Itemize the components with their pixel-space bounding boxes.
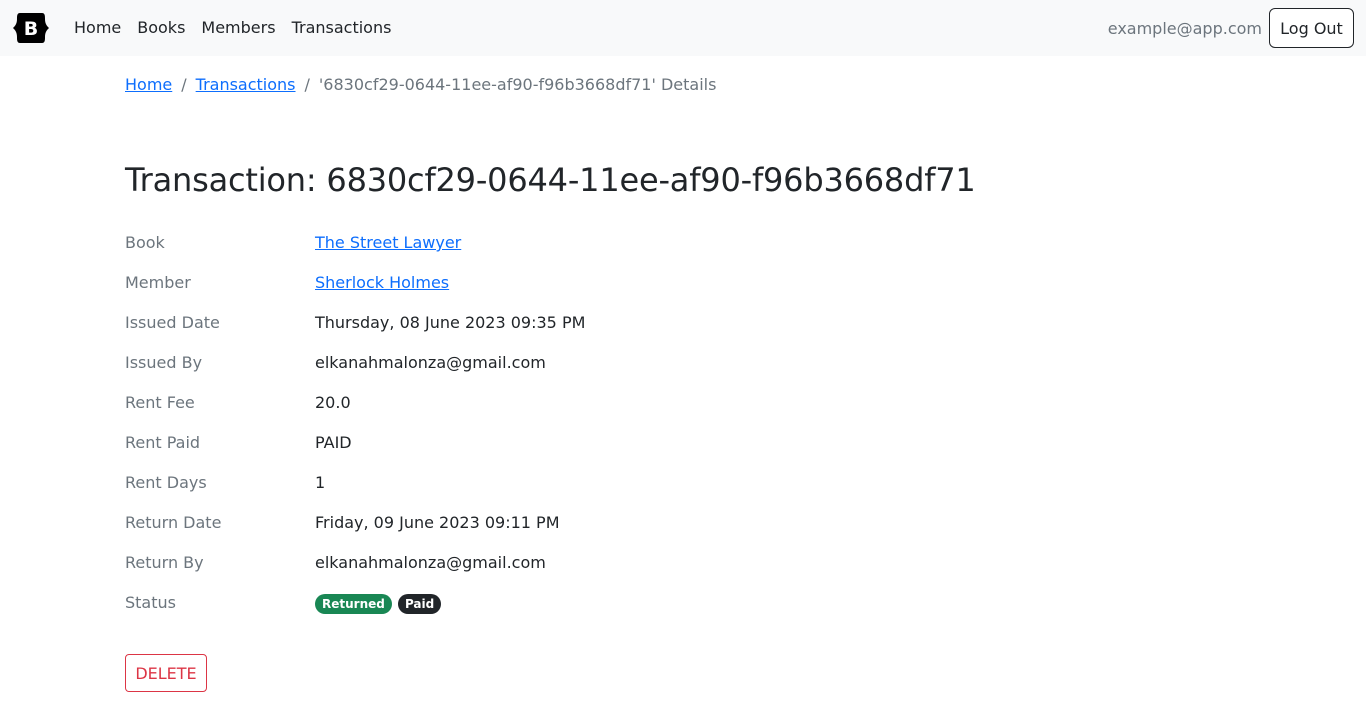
detail-row-return-date: Return Date Friday, 09 June 2023 09:11 P…	[125, 512, 925, 552]
nav-link-transactions[interactable]: Transactions	[292, 17, 392, 39]
return-by-value: elkanahmalonza@gmail.com	[315, 553, 546, 572]
member-label: Member	[125, 273, 191, 292]
issued-by-value: elkanahmalonza@gmail.com	[315, 353, 546, 372]
detail-row-status: Status Returned Paid	[125, 592, 925, 632]
return-date-label: Return Date	[125, 513, 222, 532]
member-link[interactable]: Sherlock Holmes	[315, 273, 449, 292]
logout-button[interactable]: Log Out	[1269, 8, 1354, 48]
detail-row-return-by: Return By elkanahmalonza@gmail.com	[125, 552, 925, 592]
return-by-label: Return By	[125, 553, 204, 572]
detail-row-rent-fee: Rent Fee 20.0	[125, 392, 925, 432]
nav-link-members[interactable]: Members	[201, 17, 275, 39]
breadcrumb-separator: /	[304, 75, 310, 94]
detail-row-rent-days: Rent Days 1	[125, 472, 925, 512]
breadcrumb-separator: /	[181, 75, 187, 94]
nav-link-books[interactable]: Books	[137, 17, 185, 39]
bootstrap-logo-svg: B	[13, 13, 49, 43]
book-link[interactable]: The Street Lawyer	[315, 233, 461, 252]
breadcrumb-transactions-link[interactable]: Transactions	[196, 74, 296, 96]
issued-date-label: Issued Date	[125, 313, 220, 332]
issued-by-label: Issued By	[125, 353, 203, 372]
rent-fee-value: 20.0	[315, 393, 351, 412]
delete-button[interactable]: DELETE	[125, 654, 207, 692]
rent-days-label: Rent Days	[125, 473, 207, 492]
nav-links: Home Books Members Transactions	[74, 17, 407, 39]
transaction-details: Book The Street Lawyer Member Sherlock H…	[125, 232, 925, 632]
navbar: B Home Books Members Transactions exampl…	[0, 0, 1366, 56]
detail-row-issued-by: Issued By elkanahmalonza@gmail.com	[125, 352, 925, 392]
return-date-value: Friday, 09 June 2023 09:11 PM	[315, 513, 560, 532]
nav-link-home[interactable]: Home	[74, 17, 121, 39]
status-badges: Returned Paid	[315, 592, 442, 614]
detail-row-member: Member Sherlock Holmes	[125, 272, 925, 312]
status-badge-returned: Returned	[315, 594, 392, 614]
rent-paid-label: Rent Paid	[125, 433, 201, 452]
status-badge-paid: Paid	[397, 594, 442, 614]
detail-row-book: Book The Street Lawyer	[125, 232, 925, 272]
rent-paid-value: PAID	[315, 433, 352, 452]
issued-date-value: Thursday, 08 June 2023 09:35 PM	[315, 313, 586, 332]
breadcrumb: Home / Transactions / '6830cf29-0644-11e…	[125, 74, 716, 96]
bootstrap-logo-icon[interactable]: B	[12, 12, 50, 44]
book-label: Book	[125, 233, 165, 252]
rent-fee-label: Rent Fee	[125, 393, 195, 412]
breadcrumb-current: '6830cf29-0644-11ee-af90-f96b3668df71' D…	[318, 75, 717, 94]
detail-row-rent-paid: Rent Paid PAID	[125, 432, 925, 472]
detail-row-issued-date: Issued Date Thursday, 08 June 2023 09:35…	[125, 312, 925, 352]
rent-days-value: 1	[315, 473, 326, 492]
user-email: example@app.com	[1107, 19, 1262, 38]
brand-letter: B	[24, 18, 38, 40]
breadcrumb-home-link[interactable]: Home	[125, 74, 172, 96]
page-title: Transaction: 6830cf29-0644-11ee-af90-f96…	[125, 161, 976, 199]
status-label: Status	[125, 593, 176, 612]
